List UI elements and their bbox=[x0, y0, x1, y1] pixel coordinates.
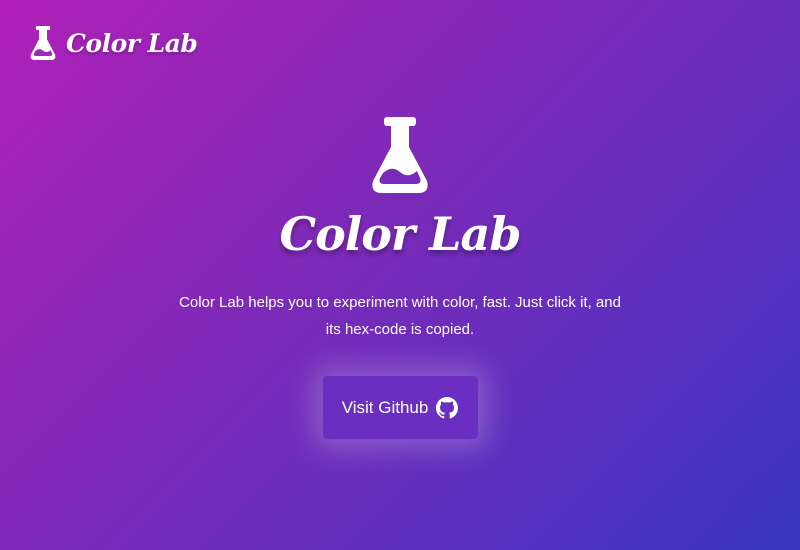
tagline: Color Lab helps you to experiment with c… bbox=[179, 294, 621, 338]
flask-icon bbox=[370, 117, 430, 193]
brand-logo[interactable]: Color Lab bbox=[28, 26, 198, 60]
visit-github-label: Visit Github bbox=[341, 397, 429, 417]
github-icon bbox=[436, 396, 459, 419]
brand-name: Color Lab bbox=[66, 28, 198, 58]
visit-github-button[interactable]: Visit Github bbox=[322, 376, 478, 439]
flask-icon bbox=[28, 26, 58, 60]
hero-section: Color Lab Color Lab helps you to experim… bbox=[0, 117, 800, 439]
page-title: Color Lab bbox=[279, 207, 521, 261]
